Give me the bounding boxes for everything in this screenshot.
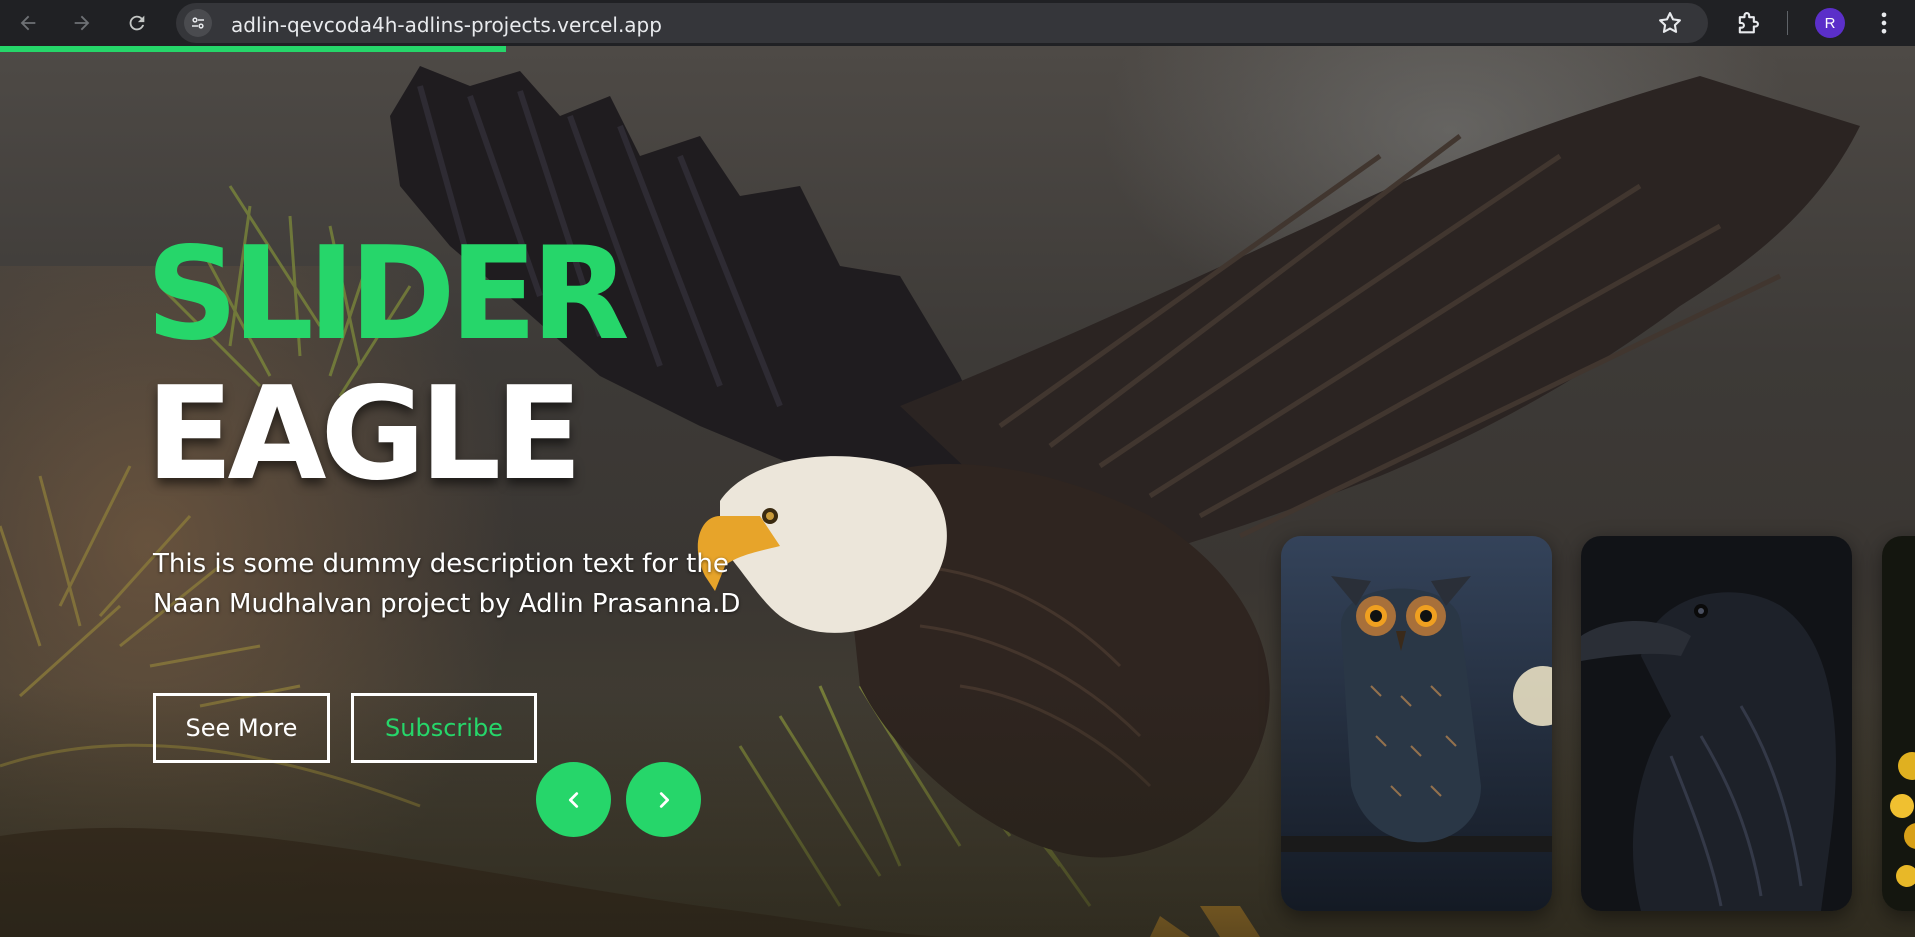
owl-image [1281, 536, 1552, 911]
chevron-left-icon [568, 791, 578, 808]
slider-title: SLIDER [146, 220, 630, 369]
subscribe-button[interactable]: Subscribe [351, 693, 537, 763]
toolbar-divider [1787, 11, 1788, 35]
thumbnail-owl[interactable] [1281, 536, 1552, 911]
flowers-image [1882, 536, 1915, 911]
raven-image [1581, 536, 1852, 911]
see-more-button[interactable]: See More [153, 693, 330, 763]
slider-page: SLIDER EAGLE This is some dummy descript… [0, 46, 1915, 937]
chevron-right-icon [659, 791, 669, 808]
slide-progress-bar [0, 46, 506, 52]
thumbnail-raven[interactable] [1581, 536, 1852, 911]
profile-avatar[interactable]: R [1815, 8, 1845, 38]
bookmark-button[interactable] [1656, 9, 1684, 37]
browser-menu-button[interactable] [1870, 9, 1898, 37]
puzzle-icon [1738, 12, 1759, 34]
previous-slide-button[interactable] [536, 762, 611, 837]
back-button[interactable] [12, 7, 44, 39]
star-icon [1659, 12, 1681, 33]
reload-button[interactable] [121, 7, 153, 39]
extensions-button[interactable] [1734, 9, 1762, 37]
tune-icon [192, 17, 204, 29]
forward-button[interactable] [66, 7, 98, 39]
reload-icon [129, 15, 145, 31]
site-info-button[interactable] [184, 9, 212, 37]
arrow-right-icon [74, 15, 90, 31]
url-text[interactable]: adlin-qevcoda4h-adlins-projects.vercel.a… [231, 13, 662, 37]
next-slide-button[interactable] [626, 762, 701, 837]
browser-toolbar: adlin-qevcoda4h-adlins-projects.vercel.a… [0, 0, 1915, 46]
address-bar[interactable]: adlin-qevcoda4h-adlins-projects.vercel.a… [176, 3, 1708, 43]
kebab-menu-icon [1881, 12, 1887, 34]
thumbnail-flowers[interactable] [1882, 536, 1915, 911]
slide-description: This is some dummy description text for … [153, 549, 741, 619]
slide-name: EAGLE [146, 360, 583, 509]
arrow-left-icon [20, 15, 36, 31]
